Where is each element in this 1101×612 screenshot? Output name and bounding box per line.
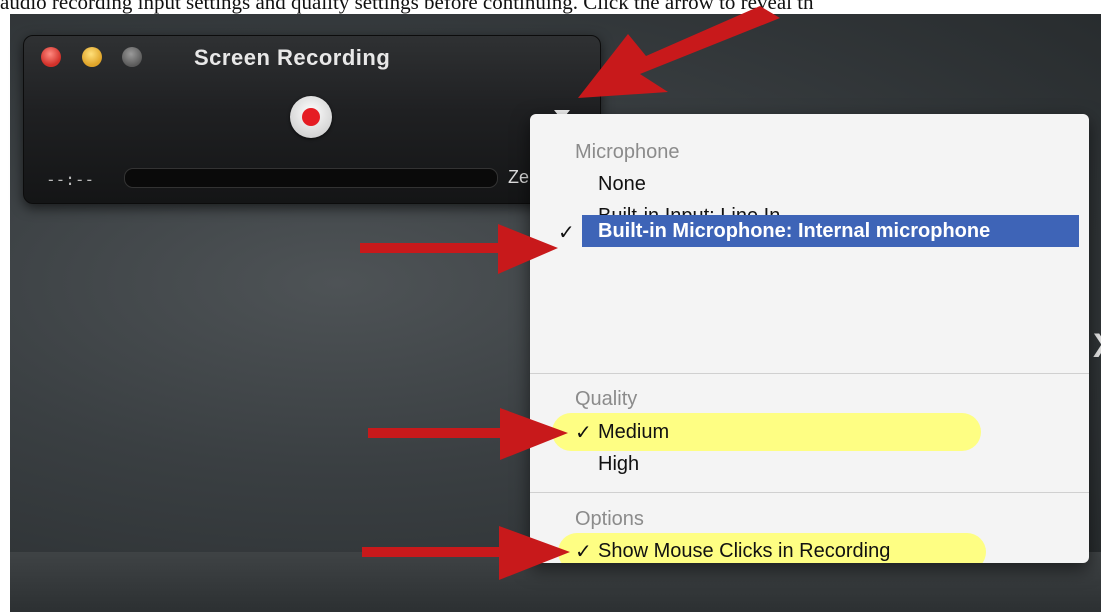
options-section-heading: Options — [575, 508, 644, 530]
window-title: Screen Recording — [194, 45, 391, 70]
menu-item-quality-high[interactable]: High — [598, 448, 639, 480]
menu-item-show-mouse-clicks[interactable]: Show Mouse Clicks in Recording — [598, 535, 890, 563]
elapsed-time: --:-- — [46, 170, 95, 189]
screen-recording-window: Screen Recording --:-- Zero — [23, 35, 601, 204]
menu-item-mic-internal[interactable]: Built-in Microphone: Internal microphone — [582, 215, 1079, 247]
menu-separator — [530, 492, 1089, 493]
audio-level-meter — [124, 168, 498, 188]
background-window-glyph: X — [1093, 327, 1101, 366]
close-button[interactable] — [41, 47, 61, 67]
zoom-button[interactable] — [122, 47, 142, 67]
record-icon — [302, 108, 320, 126]
microphone-section-heading: Microphone — [575, 141, 680, 163]
checkmark-icon: ✓ — [558, 222, 575, 244]
recording-options-menu: Microphone None Built-in Input: Line In … — [530, 114, 1089, 563]
menu-item-label: Built-in Microphone: Internal microphone — [598, 220, 991, 242]
minimize-button[interactable] — [82, 47, 102, 67]
quality-section-heading: Quality — [575, 388, 638, 410]
menu-item-mic-none[interactable]: None — [598, 168, 646, 200]
record-button[interactable] — [290, 96, 332, 138]
checkmark-icon: ✓ — [575, 422, 592, 444]
menu-item-quality-medium[interactable]: Medium — [598, 416, 669, 448]
menu-separator — [530, 373, 1089, 374]
tutorial-caption: audio recording input settings and quali… — [0, 0, 814, 14]
checkmark-icon: ✓ — [575, 541, 592, 563]
